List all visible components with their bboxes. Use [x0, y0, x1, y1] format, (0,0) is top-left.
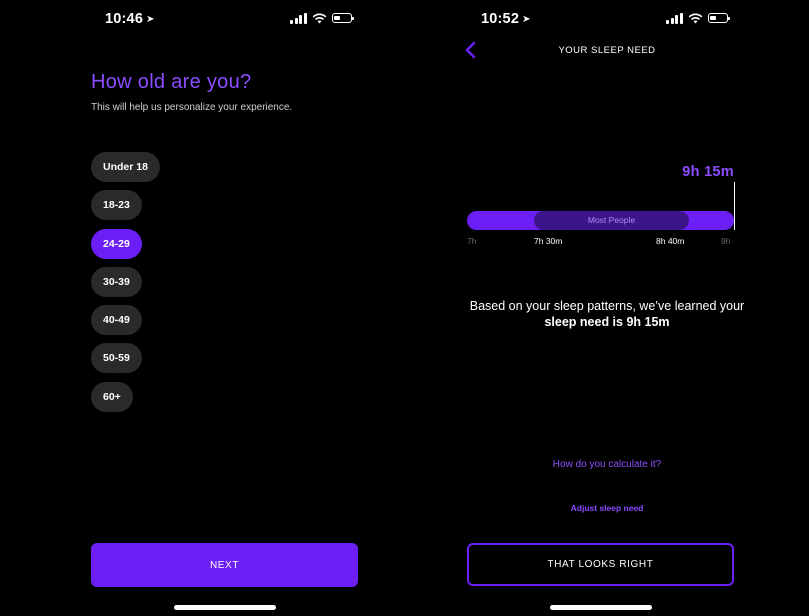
next-button[interactable]: NEXT	[91, 543, 358, 587]
sleep-range-bar: Most People	[467, 211, 734, 230]
adjust-sleep-need-link[interactable]: Adjust sleep need	[405, 503, 809, 513]
nav-title: YOUR SLEEP NEED	[558, 45, 656, 56]
time-text: 10:46	[105, 11, 144, 27]
age-options: Under 18 18-23 24-29 30-39 40-49 50-59 6…	[91, 152, 160, 420]
how-calculate-link[interactable]: How do you calculate it?	[405, 459, 809, 470]
wifi-icon	[688, 12, 702, 23]
age-option-24-29[interactable]: 24-29	[91, 228, 142, 259]
time-text: 10:52	[481, 11, 520, 27]
age-screen: 10:46 ➤ How old are you? This will help u…	[0, 0, 405, 616]
explanation-text: Based on your sleep patterns, we’ve lear…	[445, 298, 769, 330]
tick-max: 9h	[721, 236, 731, 246]
most-people-range: Most People	[534, 211, 689, 230]
wifi-icon	[312, 12, 326, 23]
status-time: 10:46 ➤	[105, 11, 155, 27]
tick-high: 8h 40m	[656, 236, 685, 246]
explanation-bold: sleep need is 9h 15m	[544, 315, 670, 329]
home-indicator[interactable]	[174, 605, 276, 610]
age-option-60-plus[interactable]: 60+	[91, 381, 133, 412]
that-looks-right-button[interactable]: THAT LOOKS RIGHT	[467, 543, 734, 586]
tick-min: 7h	[467, 236, 477, 246]
battery-icon	[331, 13, 354, 23]
home-indicator[interactable]	[550, 605, 652, 610]
status-icons	[290, 12, 354, 24]
age-option-30-39[interactable]: 30-39	[91, 266, 142, 297]
age-option-18-23[interactable]: 18-23	[91, 190, 142, 221]
page-title: How old are you?	[91, 71, 252, 93]
age-option-under-18[interactable]: Under 18	[91, 152, 160, 182]
page-subtitle: This will help us personalize your exper…	[91, 102, 293, 113]
battery-icon	[707, 13, 730, 23]
status-bar: 10:52 ➤	[405, 0, 809, 38]
location-arrow-icon: ➤	[522, 14, 531, 25]
sleep-need-marker	[734, 182, 735, 230]
status-icons	[666, 12, 730, 24]
status-bar: 10:46 ➤	[0, 0, 405, 38]
location-arrow-icon: ➤	[146, 14, 155, 25]
sleep-need-value: 9h 15m	[682, 164, 734, 180]
sleep-need-screen: 10:52 ➤ YOUR SLEEP NEED 9h 15m Most Peopl…	[405, 0, 809, 616]
cellular-signal-icon	[290, 12, 307, 24]
status-time: 10:52 ➤	[481, 11, 531, 27]
cellular-signal-icon	[666, 12, 683, 24]
age-option-50-59[interactable]: 50-59	[91, 343, 142, 374]
explanation-line: Based on your sleep patterns, we’ve lear…	[469, 299, 745, 313]
tick-low: 7h 30m	[534, 236, 563, 246]
age-option-40-49[interactable]: 40-49	[91, 305, 142, 336]
